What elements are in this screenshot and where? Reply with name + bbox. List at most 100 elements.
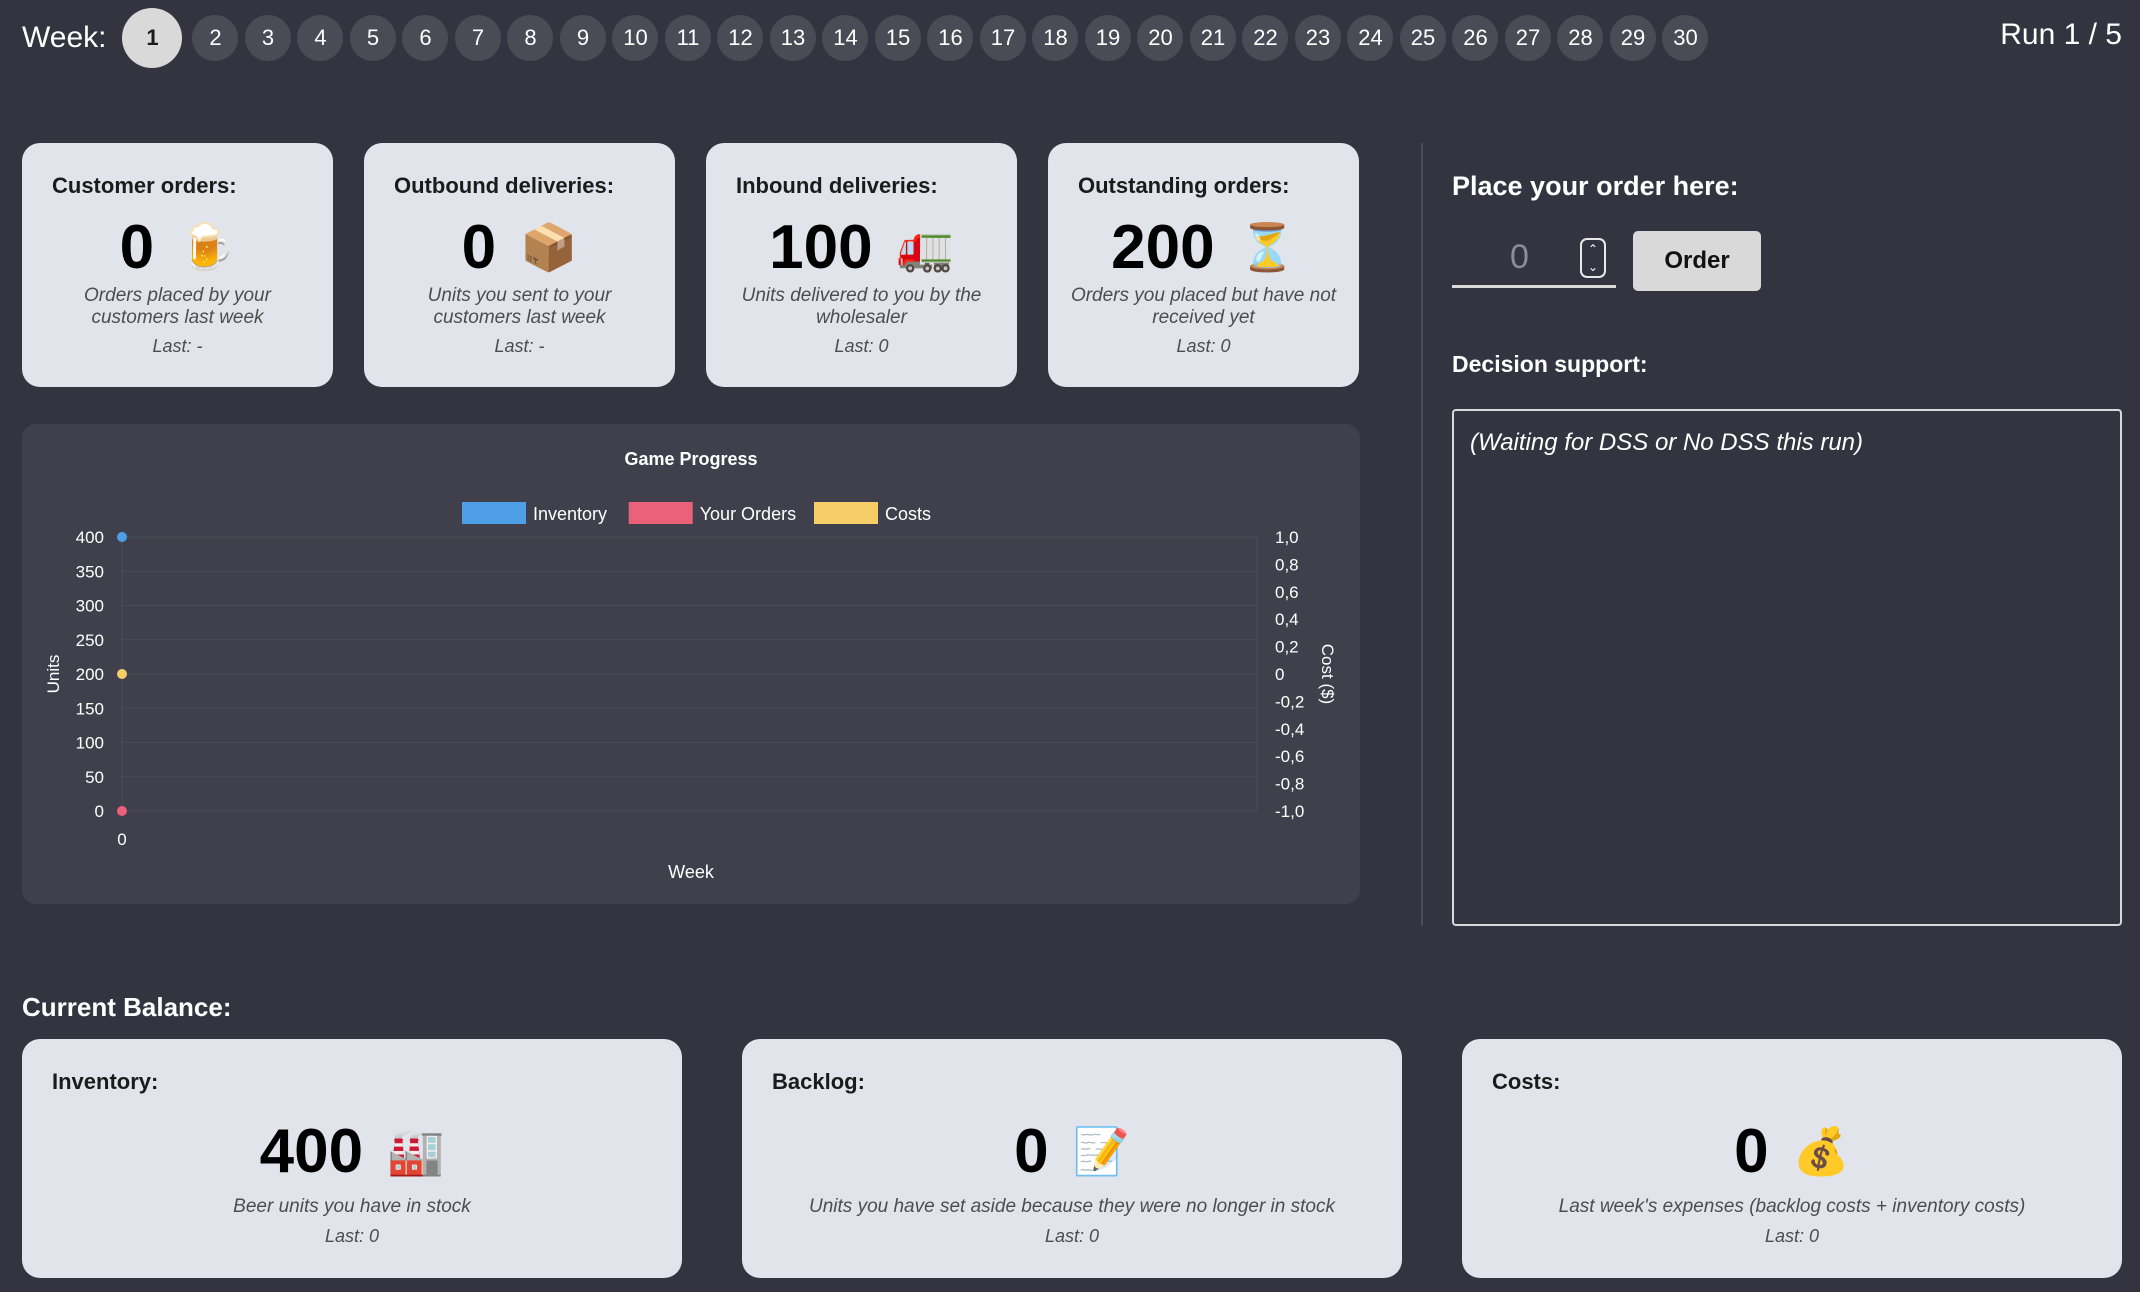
week-button-21[interactable]: 21 [1189,15,1236,61]
order-quantity-value[interactable]: 0 [1510,238,1529,277]
inventory-card: Inventory: 400 🏭 Beer units you have in … [22,1039,682,1278]
card-last-value: Last: 0 [1044,1226,1100,1246]
card-title: Customer orders: [52,173,237,198]
week-button-1[interactable]: 1 [122,8,183,68]
y2-tick-label: 0 [1275,665,1284,684]
y-tick-label: 300 [76,597,104,616]
x-axis-title: Week [668,862,715,882]
order-button[interactable]: Order [1633,231,1761,291]
y-tick-label: 400 [76,528,104,547]
week-button-16[interactable]: 16 [927,15,974,61]
week-button-15[interactable]: 15 [874,15,921,61]
y2-tick-label: -0,6 [1275,747,1304,766]
factory-icon: 🏭 [387,1124,445,1177]
week-button-10[interactable]: 10 [612,15,659,61]
week-button-17[interactable]: 17 [979,15,1026,61]
y-tick-label: 150 [76,699,104,718]
week-button-23[interactable]: 23 [1294,15,1341,61]
card-last-value: Last: 0 [834,336,889,356]
y2-tick-label: -0,8 [1275,775,1304,794]
week-button-14[interactable]: 14 [822,15,869,61]
card-value: 400 [259,1116,364,1186]
chart-canvas: Game Progress Inventory Your Orders Costs 0 5… [44,449,1337,882]
card-last-value: Last: 0 [1176,336,1231,356]
card-description: Units you have set aside because they we… [809,1196,1335,1217]
card-title: Costs: [1492,1069,1561,1094]
inbound-deliveries-card: Inbound deliveries: 100 🚛 Units delivere… [706,143,1017,387]
card-last-value: Last: 0 [1764,1226,1820,1246]
beer-mug-icon: 🍺 [178,220,236,273]
week-list: 1 2 3 4 5 6 7 8 9 10 11 12 13 14 15 16 17 18 19 20 21 22 23 24 2… [122,8,1715,68]
quantity-stepper[interactable]: ⌃ ⌄ [1580,238,1606,278]
week-button-6[interactable]: 6 [402,15,449,61]
week-button-29[interactable]: 29 [1609,15,1656,61]
card-description: Orders you placed but have not received … [1070,285,1337,328]
y-tick-label: 100 [76,734,104,753]
card-description: Units you sent to your customers last we… [427,285,612,328]
week-button-30[interactable]: 30 [1662,15,1709,61]
package-icon: 📦 [520,220,578,273]
card-value: 0 [1734,1116,1769,1186]
week-button-11[interactable]: 11 [664,15,711,61]
y2-tick-label: -0,2 [1275,692,1304,711]
week-button-3[interactable]: 3 [244,15,291,61]
card-value: 100 [769,212,873,282]
y2-tick-label: -0,4 [1275,720,1304,739]
week-button-27[interactable]: 27 [1504,15,1551,61]
week-button-7[interactable]: 7 [454,15,501,61]
stepper-down-icon[interactable]: ⌄ [1588,261,1598,273]
customer-orders-card: Customer orders: 0 🍺 Orders placed by yo… [22,143,333,387]
legend-label-2: Costs [885,504,931,524]
card-value: 0 [1014,1116,1049,1186]
y2-tick-label: 0,8 [1275,555,1299,574]
y2-tick-label: 0,2 [1275,638,1299,657]
week-button-25[interactable]: 25 [1399,15,1446,61]
week-selector: Week: 1 2 3 4 5 6 7 8 9 10 11 12 13 14 15 16 17 18 19 20 21 2… [22,8,1715,68]
card-last-value: Last: - [494,336,545,356]
decision-support-text: (Waiting for DSS or No DSS this run) [1470,429,1864,456]
legend-label-1: Your Orders [700,504,796,524]
week-button-18[interactable]: 18 [1032,15,1079,61]
week-button-5[interactable]: 5 [349,15,396,61]
legend-label-0: Inventory [533,504,607,524]
card-title: Inventory: [52,1069,159,1094]
y2-axis-title: Cost ($) [1318,644,1337,704]
week-button-19[interactable]: 19 [1084,15,1131,61]
data-point-costs [117,669,127,679]
week-button-24[interactable]: 24 [1347,15,1394,61]
y-tick-label: 50 [85,768,104,787]
card-title: Outstanding orders: [1078,173,1290,198]
week-button-8[interactable]: 8 [507,15,554,61]
week-button-9[interactable]: 9 [559,15,606,61]
truck-icon: 🚛 [896,220,954,273]
data-point-your-orders [117,806,127,816]
card-title: Inbound deliveries: [736,173,938,198]
y2-tick-label: 1,0 [1275,528,1299,547]
week-button-2[interactable]: 2 [192,15,239,61]
y-tick-label: 200 [76,665,104,684]
legend-swatch-0 [462,502,526,524]
hourglass-icon: ⏳ [1238,220,1296,273]
week-label: Week: [22,21,107,54]
week-button-4[interactable]: 4 [297,15,344,61]
week-button-22[interactable]: 22 [1242,15,1289,61]
week-button-28[interactable]: 28 [1557,15,1604,61]
costs-card: Costs: 0 💰 Last week's expenses (backlog… [1462,1039,2122,1278]
y-tick-label: 350 [76,562,104,581]
week-button-12[interactable]: 12 [717,15,764,61]
decision-support-box: (Waiting for DSS or No DSS this run) [1452,409,2122,926]
card-value: 200 [1111,212,1215,282]
card-value: 0 [461,212,497,282]
legend-swatch-1 [628,502,693,524]
card-description: Beer units you have in stock [233,1196,471,1217]
decision-support-title: Decision support: [1452,351,1648,377]
week-button-26[interactable]: 26 [1452,15,1499,61]
order-quantity-input[interactable]: 0 ⌃ ⌄ [1452,232,1616,288]
legend-swatch-2 [814,502,878,524]
week-button-13[interactable]: 13 [769,15,816,61]
x-tick-label: 0 [117,830,126,849]
memo-icon: 📝 [1072,1124,1130,1177]
stepper-up-icon[interactable]: ⌃ [1588,243,1598,255]
week-button-20[interactable]: 20 [1137,15,1184,61]
card-title: Outbound deliveries: [394,173,615,198]
